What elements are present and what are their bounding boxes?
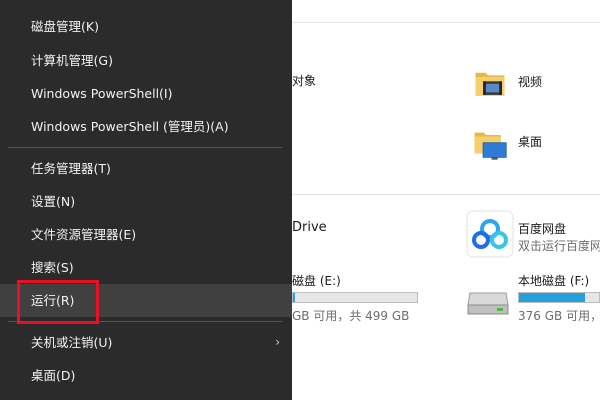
menu-item-powershell[interactable]: Windows PowerShell(I): [0, 77, 292, 110]
drive-e-usage-bar: [292, 292, 418, 303]
baidu-netdisk-icon: [466, 210, 514, 258]
baidu-netdisk-label: 百度网盘: [518, 222, 567, 236]
drive-e-usage-fill: [293, 293, 296, 302]
menu-item-shutdown-label: 关机或注销(U): [31, 335, 113, 350]
baidu-netdisk-sublabel: 双击运行百度网: [518, 239, 600, 253]
menu-item-shutdown-signout[interactable]: 关机或注销(U) ›: [0, 326, 292, 359]
drive-e-space: GB 可用，共 499 GB: [292, 309, 410, 323]
menu-item-search[interactable]: 搜索(S): [0, 251, 292, 284]
menu-separator: [8, 321, 282, 322]
menu-separator: [8, 147, 282, 148]
drive-f-space: 376 GB 可用，共: [518, 309, 600, 323]
menu-item-desktop[interactable]: 桌面(D): [0, 359, 292, 392]
drive-f-label[interactable]: 本地磁盘 (F:): [518, 272, 589, 289]
menu-item-task-manager[interactable]: 任务管理器(T): [0, 152, 292, 185]
menu-item-settings[interactable]: 设置(N): [0, 185, 292, 218]
folder-3d-objects-label[interactable]: 对象: [292, 72, 316, 89]
drive-e-label[interactable]: 磁盘 (E:): [292, 272, 341, 289]
video-folder-icon: [475, 72, 505, 96]
explorer-header-strip: [292, 0, 600, 23]
drive-f-usage-bar: [518, 292, 600, 303]
section-divider: [292, 194, 600, 195]
menu-item-computer-management[interactable]: 计算机管理(G): [0, 44, 292, 77]
chevron-right-icon: ›: [275, 335, 280, 349]
menu-item-disk-management[interactable]: 磁盘管理(K): [0, 10, 292, 43]
desktop-folder-icon: [474, 132, 507, 160]
menu-item-powershell-admin[interactable]: Windows PowerShell (管理员)(A): [0, 110, 292, 143]
onedrive-label[interactable]: Drive: [292, 220, 327, 235]
menu-item-run[interactable]: 运行(R): [0, 284, 292, 317]
menu-item-file-explorer[interactable]: 文件资源管理器(E): [0, 218, 292, 251]
winx-context-menu: 磁盘管理(K) 计算机管理(G) Windows PowerShell(I) W…: [0, 0, 292, 400]
folder-desktop-label: 桌面: [518, 135, 543, 149]
drive-f-usage-fill: [519, 293, 585, 302]
hard-drive-icon: [467, 292, 509, 315]
folder-videos-label: 视频: [518, 75, 543, 89]
